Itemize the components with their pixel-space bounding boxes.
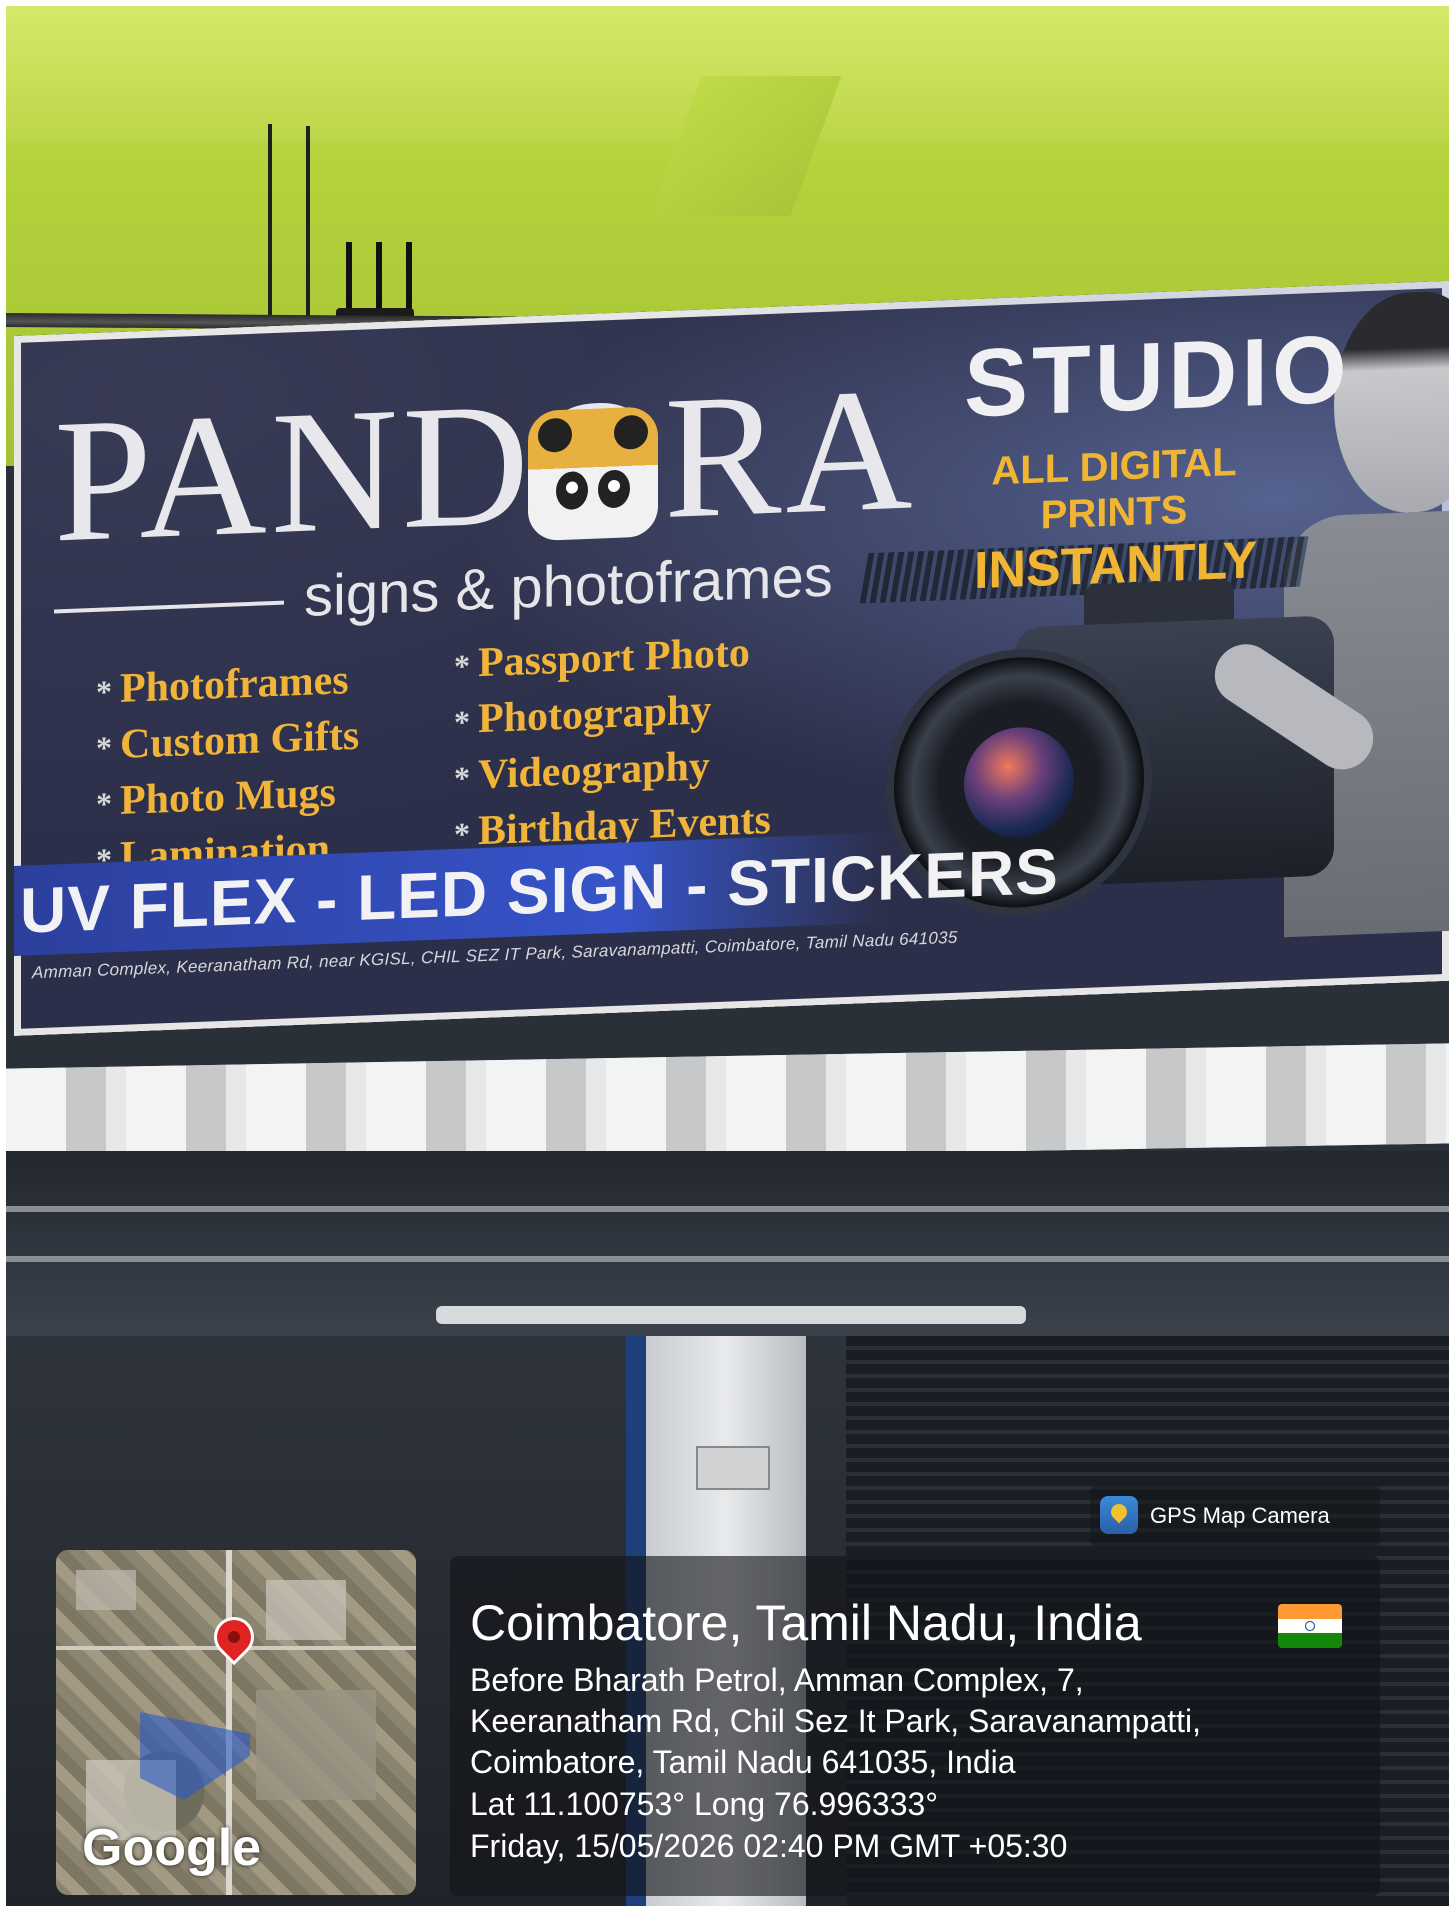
service-item: Custom Gifts bbox=[96, 709, 359, 775]
router-antenna bbox=[346, 242, 352, 316]
router-antenna bbox=[406, 242, 412, 316]
wire bbox=[306, 126, 310, 326]
address-line: Keeranatham Rd, Chil Sez It Park, Sarava… bbox=[470, 1703, 1202, 1739]
wall-socket bbox=[696, 1446, 770, 1490]
studio-label: STUDIO bbox=[964, 315, 1351, 438]
address-line: Before Bharath Petrol, Amman Complex, 7, bbox=[470, 1662, 1084, 1698]
shop-signboard: PANDORA signs & photoframes STUDIO ALL D… bbox=[14, 280, 1449, 1036]
services-left: Photoframes Custom Gifts Photo Mugs Lami… bbox=[96, 653, 359, 887]
gps-app-name: GPS Map Camera bbox=[1150, 1503, 1330, 1528]
tube-light bbox=[436, 1306, 1026, 1324]
city-line: Coimbatore, Tamil Nadu, India bbox=[470, 1595, 1142, 1651]
service-item: Photo Mugs bbox=[96, 765, 359, 831]
support-rod bbox=[6, 1256, 1449, 1262]
support-rod bbox=[6, 1206, 1449, 1212]
coordinates: Lat 11.100753° Long 76.996333° bbox=[470, 1786, 939, 1822]
services-right: Passport Photo Photography Videography B… bbox=[454, 625, 771, 861]
gps-camera-icon bbox=[1100, 1496, 1138, 1534]
datetime: Friday, 15/05/2026 02:40 PM GMT +05:30 bbox=[470, 1828, 1068, 1864]
panda-logo-icon bbox=[528, 406, 658, 542]
map-attribution: Google bbox=[82, 1819, 262, 1877]
address-line: Coimbatore, Tamil Nadu 641035, India bbox=[470, 1744, 1016, 1780]
service-item: Photoframes bbox=[96, 653, 359, 719]
roof-sheet bbox=[6, 1043, 1449, 1169]
brand-name: PANDORA bbox=[54, 351, 917, 580]
india-flag-icon bbox=[1278, 1604, 1342, 1648]
router-antenna bbox=[376, 242, 382, 316]
